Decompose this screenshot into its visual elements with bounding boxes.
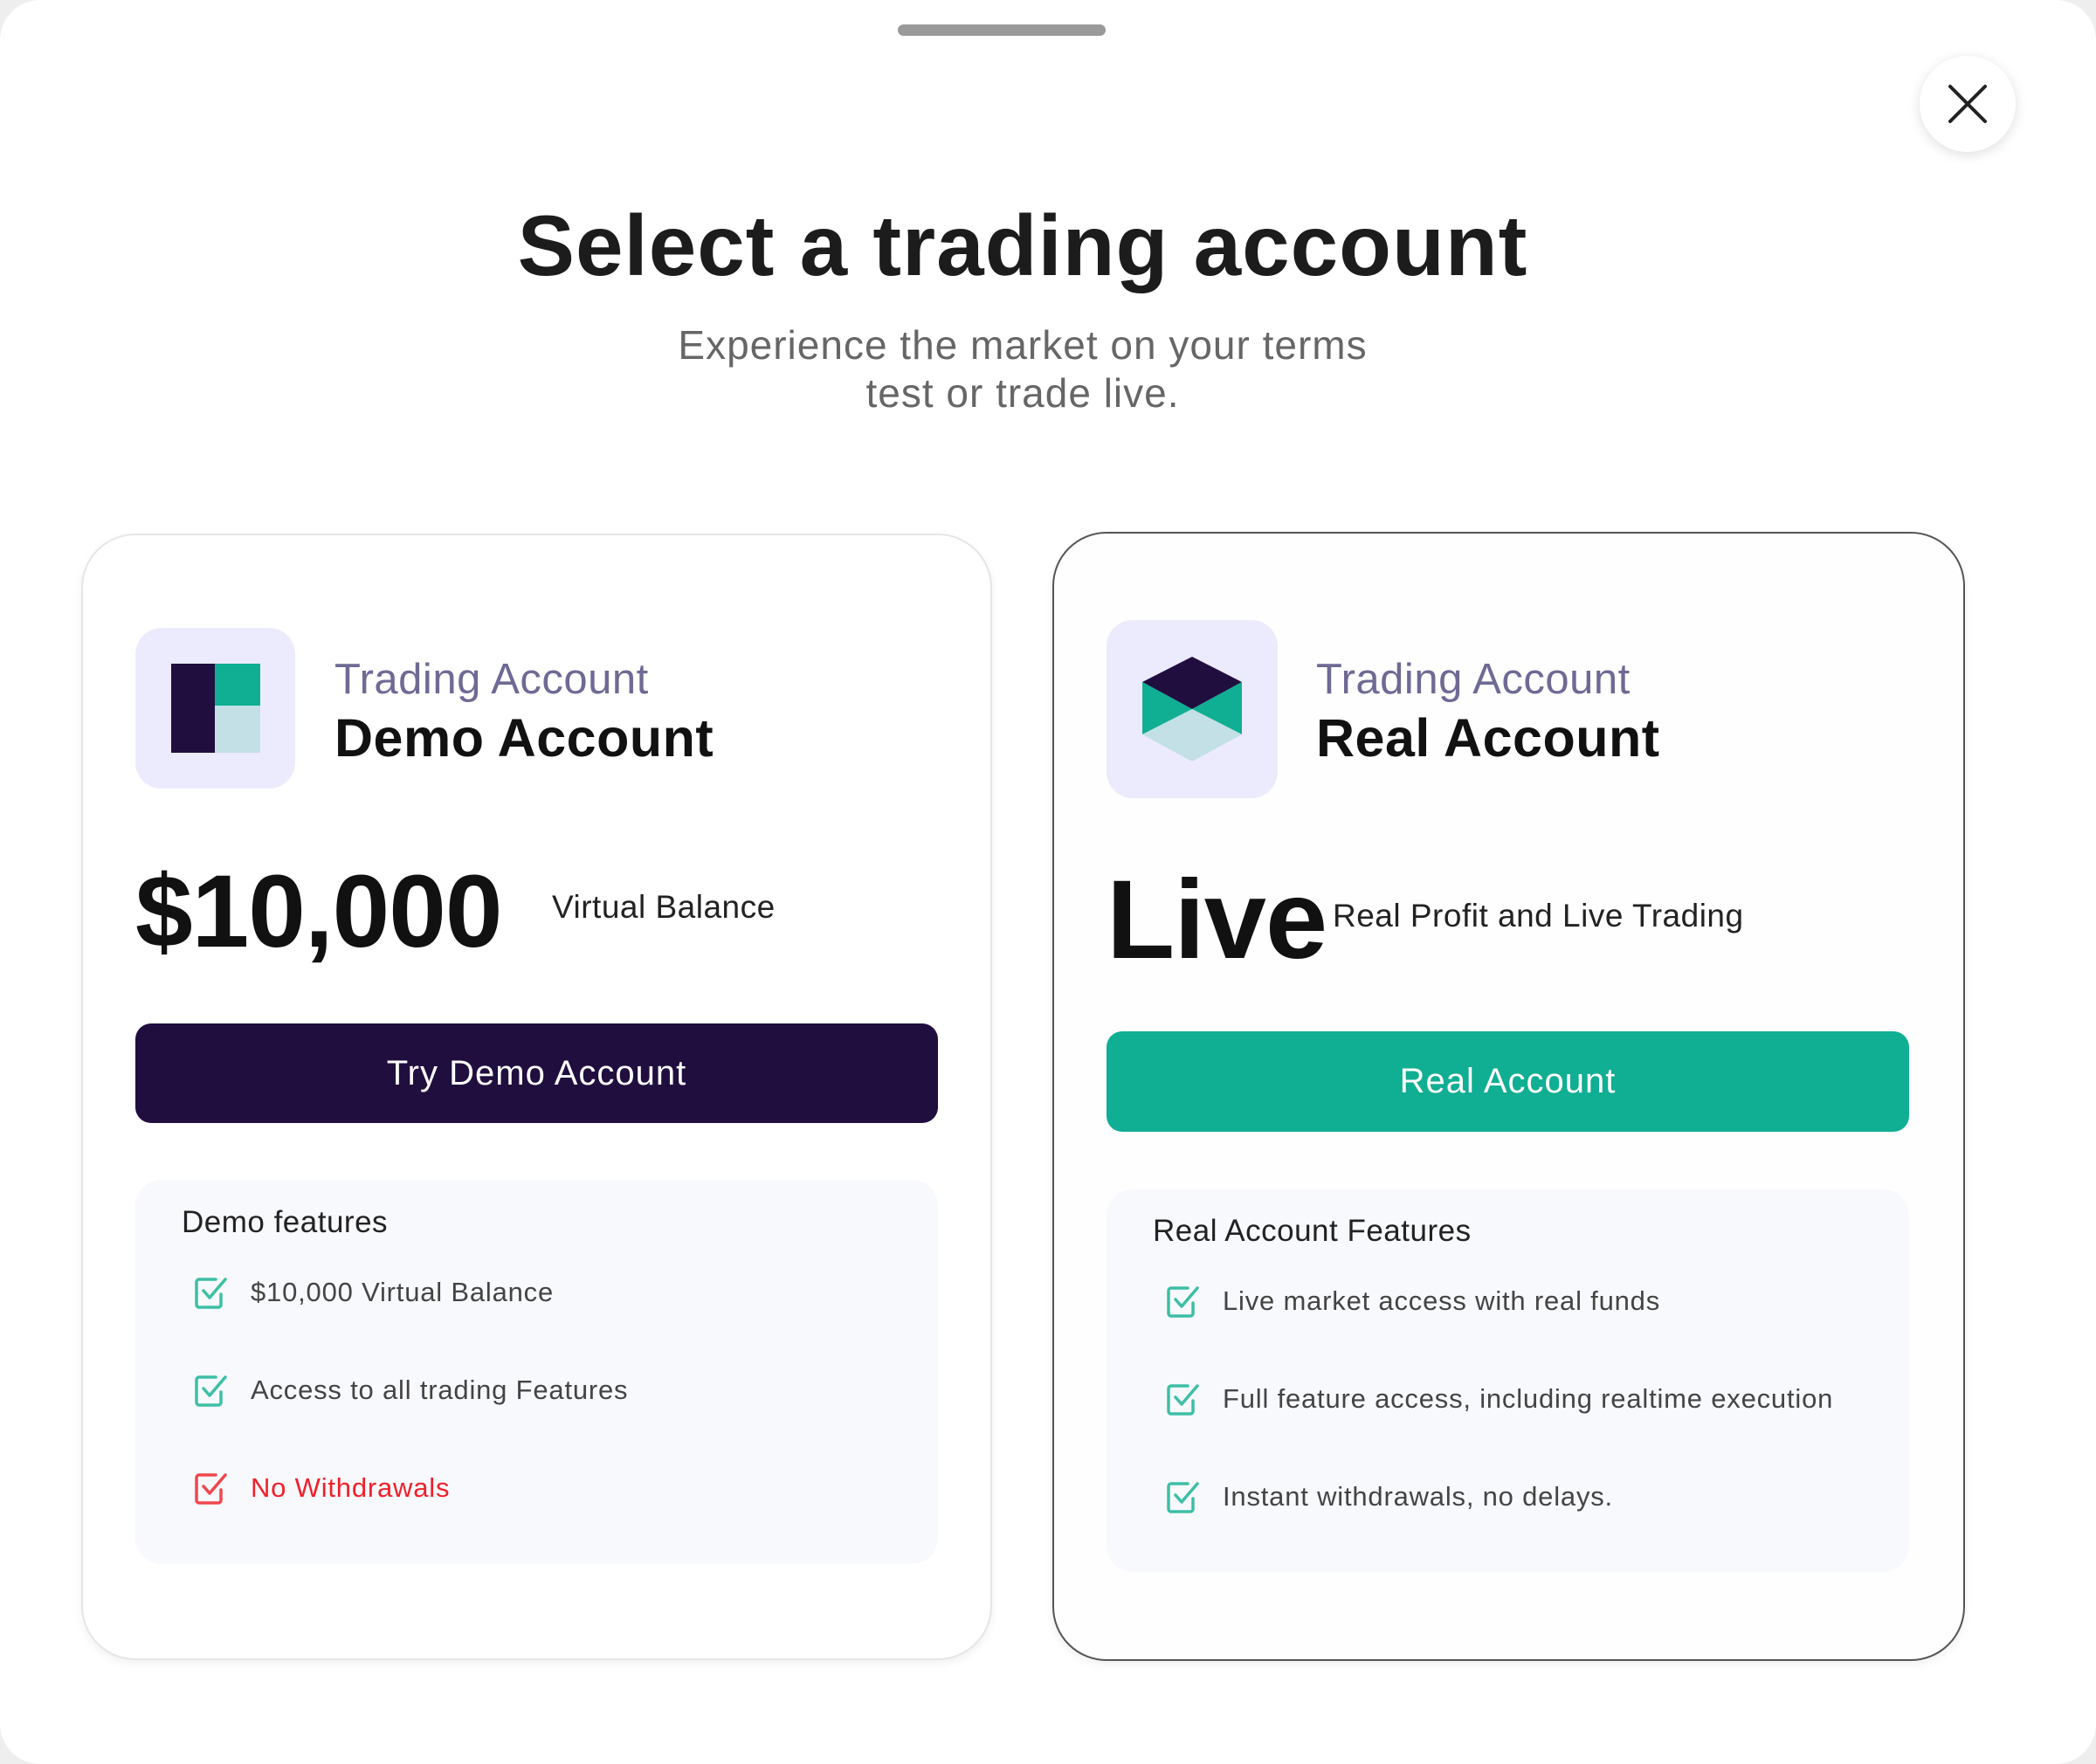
feature-item: Live market access with real funds	[1167, 1284, 1660, 1319]
feature-item: Full feature access, including realtime …	[1167, 1382, 1833, 1416]
demo-account-logo-icon	[170, 664, 260, 753]
feature-item: $10,000 Virtual Balance	[195, 1275, 554, 1310]
check-square-icon	[195, 1473, 227, 1505]
feature-label: Access to all trading Features	[251, 1375, 629, 1405]
check-square-icon	[195, 1278, 227, 1309]
check-square-icon	[1167, 1482, 1199, 1513]
feature-item-negative: No Withdrawals	[195, 1471, 450, 1506]
demo-kicker: Trading Account	[334, 656, 649, 703]
demo-balance-note: Virtual Balance	[552, 889, 776, 925]
demo-account-name: Demo Account	[334, 708, 714, 768]
feature-item: Access to all trading Features	[195, 1373, 628, 1408]
subtitle-line-2: test or trade live.	[865, 370, 1180, 416]
feature-item: Instant withdrawals, no delays.	[1167, 1479, 1613, 1514]
real-features-title: Real Account Features	[1153, 1214, 1472, 1248]
real-logo-box	[1107, 620, 1278, 798]
account-select-modal: Select a trading account Experience the …	[0, 0, 2096, 1764]
subtitle-line-1: Experience the market on your terms	[678, 322, 1368, 368]
real-account-logo-icon	[1142, 657, 1242, 761]
demo-logo-box	[135, 628, 295, 789]
feature-label: Instant withdrawals, no delays.	[1223, 1481, 1613, 1512]
demo-features-title: Demo features	[182, 1205, 389, 1239]
try-demo-account-button[interactable]: Try Demo Account	[135, 1023, 938, 1123]
close-icon	[1948, 85, 1987, 123]
drag-handle[interactable]	[898, 24, 1106, 36]
real-account-name: Real Account	[1316, 708, 1660, 768]
feature-label: Full feature access, including realtime …	[1223, 1383, 1834, 1414]
page-title: Select a trading account	[517, 197, 1528, 293]
demo-balance: $10,000	[135, 854, 503, 969]
real-live-label: Live	[1107, 858, 1327, 982]
feature-label: No Withdrawals	[251, 1472, 451, 1503]
check-square-icon	[1167, 1286, 1199, 1318]
real-kicker: Trading Account	[1316, 656, 1631, 703]
check-square-icon	[1167, 1384, 1199, 1416]
real-account-button[interactable]: Real Account	[1107, 1031, 1909, 1132]
feature-label: $10,000 Virtual Balance	[251, 1277, 555, 1307]
feature-label: Live market access with real funds	[1223, 1285, 1661, 1316]
close-button[interactable]	[1920, 56, 2016, 152]
check-square-icon	[195, 1375, 227, 1407]
real-note: Real Profit and Live Trading	[1333, 898, 1744, 934]
